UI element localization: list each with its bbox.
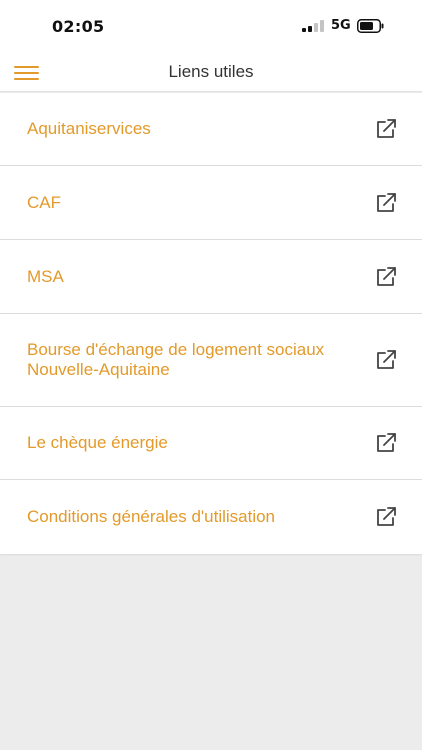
page-title: Liens utiles [168,62,254,81]
app-screen: 02:05 5G Liens utiles Aquitaniservices C… [0,0,422,750]
link-item-conditions-generales[interactable]: Conditions générales d'utilisation [0,480,422,554]
link-label: CAF [27,192,61,212]
link-label: Aquitaniservices [27,119,151,138]
link-label: Bourse d'échange de logement sociaux Nou… [27,340,325,379]
link-item-cheque-energie[interactable]: Le chèque énergie [0,407,422,480]
external-link-icon [377,119,396,138]
links-list: Aquitaniservices CAF MSA Bourse d'échang… [0,93,422,554]
status-time: 02:05 [52,17,105,36]
cellular-signal-icon [302,20,324,32]
link-item-msa[interactable]: MSA [0,240,422,314]
link-label: Conditions générales d'utilisation [27,507,276,526]
external-link-icon [377,507,396,526]
external-link-icon [377,266,396,286]
external-link-icon [377,433,396,452]
link-item-bourse-echange-logement[interactable]: Bourse d'échange de logement sociaux Nou… [0,314,422,407]
external-link-icon [377,350,396,369]
battery-icon [357,19,384,33]
app-header: Liens utiles [0,52,422,92]
link-label: MSA [27,266,64,286]
link-item-caf[interactable]: CAF [0,166,422,240]
status-bar: 02:05 5G [0,0,422,52]
link-item-aquitaniservices[interactable]: Aquitaniservices [0,93,422,166]
link-label: Le chèque énergie [27,433,168,452]
external-link-icon [377,192,396,212]
network-type: 5G [331,18,351,33]
